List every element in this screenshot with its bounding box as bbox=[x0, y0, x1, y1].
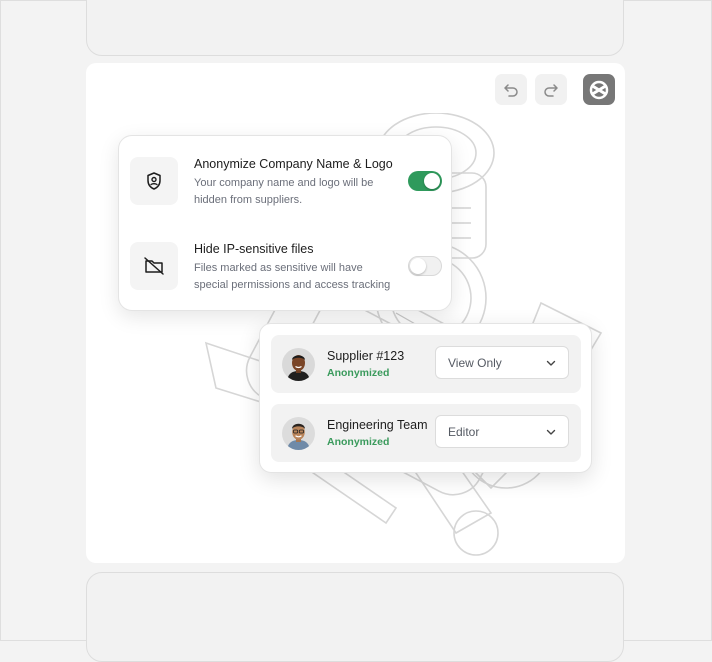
setting-hide-ip-files: Hide IP-sensitive files Files marked as … bbox=[119, 242, 451, 312]
app-logo[interactable] bbox=[583, 74, 615, 105]
privacy-settings-panel: Anonymize Company Name & Logo Your compa… bbox=[118, 135, 452, 311]
undo-button[interactable] bbox=[495, 74, 527, 105]
toggle-knob bbox=[410, 258, 426, 274]
setting-anonymize-company: Anonymize Company Name & Logo Your compa… bbox=[119, 157, 451, 227]
setting-icon-box bbox=[130, 157, 178, 205]
role-dropdown[interactable]: Editor bbox=[435, 415, 569, 448]
setting-title: Hide IP-sensitive files bbox=[194, 242, 314, 256]
shield-icon bbox=[147, 172, 161, 190]
hide-ip-files-toggle[interactable] bbox=[408, 256, 442, 276]
role-value: Editor bbox=[448, 425, 480, 439]
member-row: Engineering Team Anonymized Editor bbox=[271, 404, 581, 462]
avatar bbox=[282, 417, 315, 450]
setting-description: Files marked as sensitive will have spec… bbox=[194, 262, 391, 291]
member-row: Supplier #123 Anonymized View Only bbox=[271, 335, 581, 393]
setting-title: Anonymize Company Name & Logo bbox=[194, 157, 393, 171]
chevron-down-icon bbox=[546, 429, 556, 435]
toggle-knob bbox=[424, 173, 440, 189]
status-badge: Anonymized bbox=[327, 367, 390, 379]
redo-icon bbox=[544, 83, 558, 97]
setting-icon-box bbox=[130, 242, 178, 290]
supplier-avatar-image bbox=[282, 348, 315, 381]
role-dropdown[interactable]: View Only bbox=[435, 346, 569, 379]
status-badge: Anonymized bbox=[327, 436, 390, 448]
background-card-top bbox=[86, 0, 624, 56]
redo-button[interactable] bbox=[535, 74, 567, 105]
setting-description: Your company name and logo will be hidde… bbox=[194, 177, 374, 206]
avatar bbox=[282, 348, 315, 381]
undo-icon bbox=[504, 83, 518, 97]
role-value: View Only bbox=[448, 356, 502, 370]
background-card-bottom bbox=[86, 572, 624, 662]
engineering-avatar-image bbox=[282, 417, 315, 450]
hidden-file-icon bbox=[144, 257, 164, 275]
anonymize-toggle[interactable] bbox=[408, 171, 442, 191]
chevron-down-icon bbox=[546, 360, 556, 366]
member-access-panel: Supplier #123 Anonymized View Only Engin… bbox=[259, 323, 592, 473]
app-logo-icon bbox=[589, 80, 609, 99]
member-name: Engineering Team bbox=[327, 418, 428, 432]
member-name: Supplier #123 bbox=[327, 349, 405, 363]
